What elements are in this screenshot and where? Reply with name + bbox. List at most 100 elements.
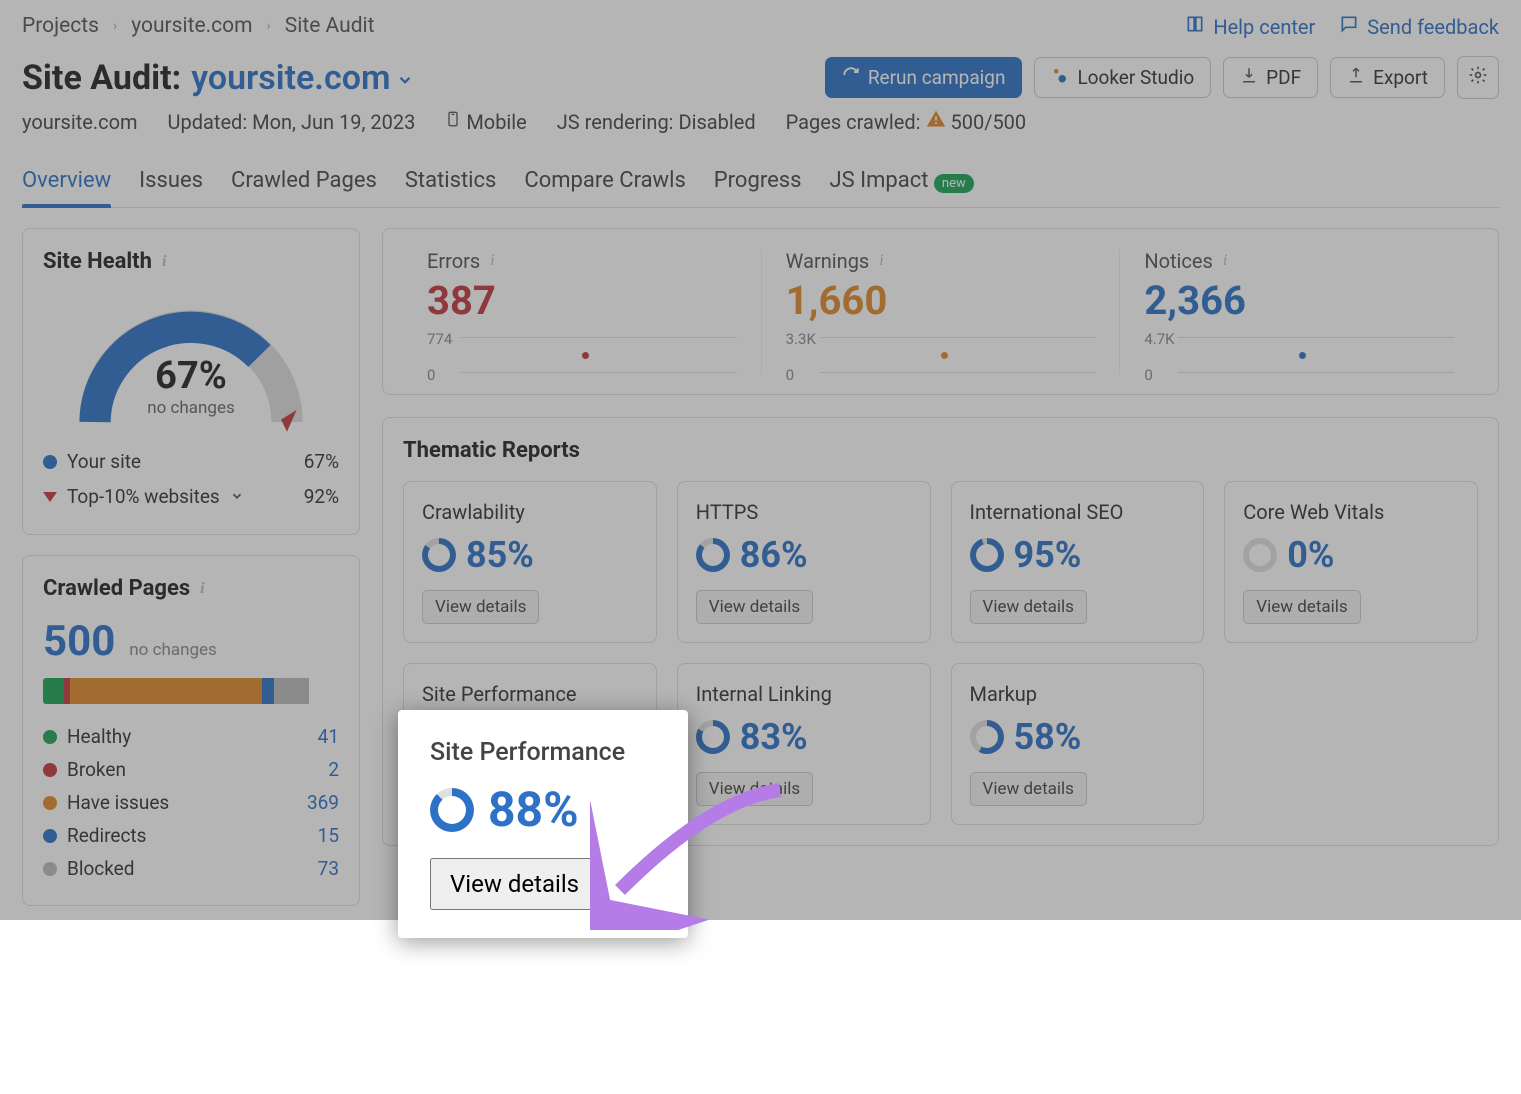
thematic-pct: 83% (740, 716, 808, 758)
tab-statistics[interactable]: Statistics (405, 160, 497, 207)
summary-col-errors[interactable]: Errors i 387 774 0 (403, 249, 762, 374)
help-center-link[interactable]: Help center (1185, 14, 1315, 39)
legend-row[interactable]: Healthy 41 (43, 720, 339, 753)
view-details-button[interactable]: View details (696, 590, 813, 624)
rerun-campaign-button[interactable]: Rerun campaign (825, 57, 1023, 98)
dot-icon (43, 829, 57, 843)
thematic-card-title: Markup (970, 682, 1186, 706)
meta-crawled-value: 500/500 (950, 110, 1026, 134)
legend-row[interactable]: Have issues 369 (43, 786, 339, 819)
health-sub: no changes (147, 398, 235, 418)
site-selector[interactable]: yoursite.com (191, 58, 414, 98)
legend-label: Redirects (67, 824, 146, 847)
meta-device: Mobile (445, 109, 526, 134)
mini-chart: 774 0 (427, 334, 737, 374)
info-icon[interactable]: i (879, 252, 883, 270)
breadcrumb-projects[interactable]: Projects (22, 14, 99, 38)
site-health-card: Site Health i 67% no changes (22, 228, 360, 535)
export-button[interactable]: Export (1330, 57, 1445, 98)
legend-top10[interactable]: Top-10% websites 92% (43, 479, 339, 514)
chevron-down-icon (230, 485, 244, 508)
tab-compare-crawls[interactable]: Compare Crawls (524, 160, 685, 207)
breadcrumb-audit[interactable]: Site Audit (285, 14, 375, 38)
meta-row: yoursite.com Updated: Mon, Jun 19, 2023 … (22, 109, 1499, 134)
site-health-title: Site Health (43, 249, 152, 274)
meta-crawled: Pages crawled: 500/500 (786, 109, 1027, 134)
help-center-label: Help center (1213, 15, 1315, 39)
meta-crawled-label: Pages crawled: (786, 110, 921, 134)
breadcrumb-site[interactable]: yoursite.com (131, 14, 252, 38)
summary-title: Warnings (786, 249, 870, 273)
thematic-card-markup: Markup 58% View details (951, 663, 1205, 825)
info-icon[interactable]: i (162, 253, 166, 271)
legend-value: 92% (304, 485, 339, 508)
legend-value: 2 (328, 758, 339, 781)
crawled-sub: no changes (129, 640, 217, 660)
info-icon[interactable]: i (490, 252, 494, 270)
warning-icon (926, 110, 951, 134)
view-details-button[interactable]: View details (422, 590, 539, 624)
triangle-down-icon (43, 492, 57, 502)
pdf-label: PDF (1266, 66, 1301, 89)
view-details-button[interactable]: View details (430, 858, 599, 910)
dot-icon (43, 763, 57, 777)
thematic-card-crawlability: Crawlability 85% View details (403, 481, 657, 643)
donut-icon (970, 720, 1004, 754)
thematic-card-title: International SEO (970, 500, 1186, 524)
send-feedback-label: Send feedback (1367, 15, 1499, 39)
meta-device-label: Mobile (466, 110, 526, 134)
summary-col-notices[interactable]: Notices i 2,366 4.7K 0 (1120, 249, 1478, 374)
tab-overview[interactable]: Overview (22, 160, 111, 207)
legend-row[interactable]: Blocked 73 (43, 852, 339, 885)
settings-button[interactable] (1457, 56, 1499, 99)
site-performance-highlight: Site Performance 88% View details (398, 710, 688, 938)
tab-progress[interactable]: Progress (714, 160, 802, 207)
looker-studio-button[interactable]: Looker Studio (1034, 57, 1211, 98)
legend-row[interactable]: Broken 2 (43, 753, 339, 786)
legend-value: 15 (318, 824, 339, 847)
view-details-button[interactable]: View details (970, 590, 1087, 624)
crawled-distribution-bar (43, 678, 339, 704)
meta-updated: Updated: Mon, Jun 19, 2023 (168, 110, 416, 134)
donut-icon (422, 538, 456, 572)
gear-icon (1468, 65, 1488, 90)
meta-site: yoursite.com (22, 110, 138, 134)
info-icon[interactable]: i (1223, 252, 1227, 270)
highlight-title: Site Performance (430, 738, 656, 767)
donut-icon (696, 538, 730, 572)
view-details-button[interactable]: View details (696, 772, 813, 806)
summary-col-warnings[interactable]: Warnings i 1,660 3.3K 0 (762, 249, 1121, 374)
legend-label: Have issues (67, 791, 169, 814)
tab-issues[interactable]: Issues (139, 160, 203, 207)
view-details-button[interactable]: View details (970, 772, 1087, 806)
dot-icon (43, 862, 57, 876)
dot-icon (43, 796, 57, 810)
pdf-button[interactable]: PDF (1223, 57, 1318, 98)
summary-value: 1,660 (786, 277, 1096, 324)
donut-icon (430, 788, 474, 832)
summary-value: 2,366 (1144, 277, 1454, 324)
tab-js-impact[interactable]: JS Impact new (829, 160, 973, 207)
tab-crawled-pages[interactable]: Crawled Pages (231, 160, 377, 207)
left-column: Site Health i 67% no changes (22, 228, 360, 906)
thematic-card-title: HTTPS (696, 500, 912, 524)
thematic-pct: 85% (466, 534, 534, 576)
crawled-pages-card: Crawled Pages i 500 no changes Healthy 4… (22, 555, 360, 906)
legend-value: 67% (304, 450, 339, 473)
legend-your-site: Your site 67% (43, 444, 339, 479)
legend-label: Broken (67, 758, 126, 781)
dot-icon (43, 455, 57, 469)
crawled-total: 500 (43, 617, 115, 666)
mini-chart: 4.7K 0 (1144, 334, 1454, 374)
info-icon[interactable]: i (200, 580, 204, 598)
legend-value: 73 (318, 857, 339, 880)
thematic-card-title: Crawlability (422, 500, 638, 524)
chevron-down-icon (396, 58, 414, 98)
chevron-right-icon: › (113, 18, 117, 34)
upload-icon (1347, 66, 1365, 89)
health-legend: Your site 67% Top-10% websites 92% (43, 444, 339, 514)
legend-row[interactable]: Redirects 15 (43, 819, 339, 852)
view-details-button[interactable]: View details (1243, 590, 1360, 624)
site-selector-label: yoursite.com (191, 58, 390, 98)
send-feedback-link[interactable]: Send feedback (1339, 14, 1499, 39)
